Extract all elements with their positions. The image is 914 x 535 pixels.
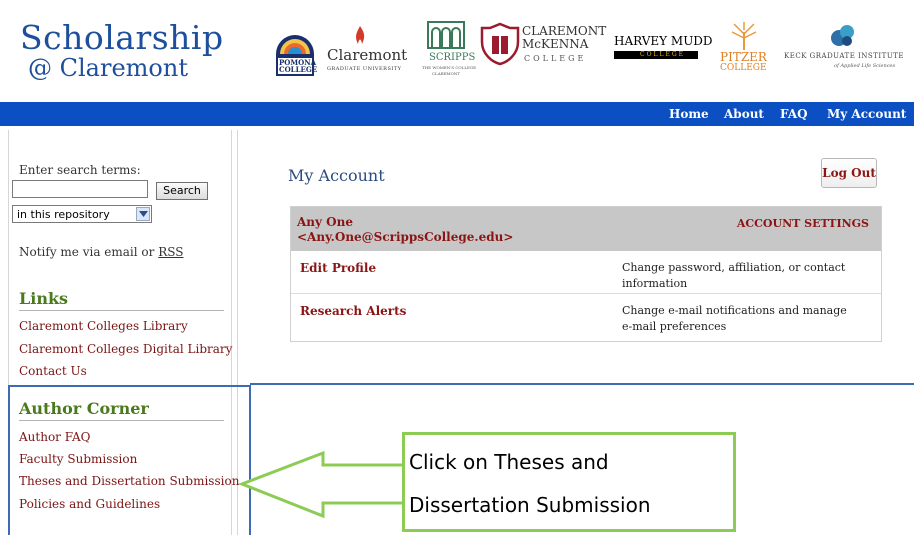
flame-icon bbox=[356, 26, 365, 44]
cgu-name: Claremont bbox=[327, 46, 408, 64]
keck-subname: of Applied Life Sciences bbox=[834, 63, 896, 69]
account-email: <Any.One@ScrippsCollege.edu> bbox=[297, 230, 514, 244]
search-input[interactable] bbox=[12, 180, 148, 198]
table-row: Research Alerts Change e-mail notificati… bbox=[291, 294, 881, 340]
pomona-name: POMONA COLLEGE bbox=[279, 58, 318, 74]
notify-label: Notify me via email or bbox=[19, 245, 159, 259]
cmc-shield-icon bbox=[480, 22, 520, 66]
search-label: Enter search terms: bbox=[19, 163, 141, 177]
nav-home[interactable]: Home bbox=[669, 107, 709, 121]
chevron-down-icon[interactable] bbox=[136, 207, 150, 221]
site-title-line2: @ Claremont bbox=[28, 54, 188, 82]
logout-button[interactable]: Log Out bbox=[821, 158, 877, 188]
callout-text-line2: Dissertation Submission bbox=[409, 493, 651, 517]
account-header: Any One <Any.One@ScrippsCollege.edu> ACC… bbox=[291, 207, 881, 251]
harvey-mudd-logo[interactable]: HARVEY MUDD COLLEGE bbox=[614, 34, 713, 66]
search-button[interactable]: Search bbox=[156, 182, 208, 200]
scripps-logo[interactable]: SCRIPPS THE WOMEN'S COLLEGE CLAREMONT bbox=[416, 18, 476, 80]
sidebar-link-library[interactable]: Claremont Colleges Library bbox=[19, 319, 188, 333]
claremont-mckenna-logo[interactable]: CLAREMONT McKENNA COLLEGE bbox=[480, 22, 608, 70]
edit-profile-link[interactable]: Edit Profile bbox=[300, 261, 376, 275]
scripps-subname2: CLAREMONT bbox=[432, 71, 461, 76]
annotation-outline bbox=[250, 383, 914, 385]
research-alerts-description: Change e-mail notifications and manage e… bbox=[622, 304, 847, 333]
account-name: Any One bbox=[297, 215, 353, 229]
table-row: Edit Profile Change password, affiliatio… bbox=[291, 251, 881, 293]
site-logo-link[interactable]: Scholarship @ Claremont bbox=[20, 18, 260, 82]
cmc-name-2: McKENNA bbox=[522, 37, 589, 51]
search-scope-value: in this repository bbox=[17, 208, 110, 221]
callout-box bbox=[402, 432, 736, 532]
main-nav: Home About FAQ My Account bbox=[0, 102, 914, 126]
notify-text: Notify me via email or RSS bbox=[19, 245, 183, 259]
rss-link[interactable]: RSS bbox=[158, 245, 183, 259]
page-title: My Account bbox=[288, 166, 385, 185]
nav-my-account[interactable]: My Account bbox=[827, 107, 906, 121]
links-divider bbox=[19, 310, 224, 311]
links-heading: Links bbox=[19, 289, 69, 308]
callout-text-line1: Click on Theses and bbox=[409, 450, 609, 474]
sidebar-link-digital-library[interactable]: Claremont Colleges Digital Library bbox=[19, 342, 232, 356]
scripps-arches-icon bbox=[427, 21, 465, 49]
cmc-name-1: CLAREMONT bbox=[522, 24, 607, 38]
keck-name: KECK GRADUATE INSTITUTE bbox=[784, 52, 905, 60]
pomona-college-logo[interactable]: POMONA COLLEGE bbox=[272, 24, 318, 80]
scripps-name: SCRIPPS bbox=[429, 52, 476, 63]
nav-faq[interactable]: FAQ bbox=[780, 107, 808, 121]
pitzer-tree-icon bbox=[731, 22, 757, 50]
cgu-subname: GRADUATE UNIVERSITY bbox=[327, 66, 402, 72]
research-alerts-link[interactable]: Research Alerts bbox=[300, 304, 406, 318]
scripps-subname: THE WOMEN'S COLLEGE bbox=[422, 65, 477, 70]
site-header: Scholarship @ Claremont POMONA COLLEGE C… bbox=[0, 0, 914, 103]
sidebar-link-contact[interactable]: Contact Us bbox=[19, 364, 87, 378]
hmc-name: HARVEY MUDD bbox=[614, 34, 713, 48]
keck-molecule-icon bbox=[831, 25, 854, 46]
cmc-name-3: COLLEGE bbox=[524, 54, 587, 63]
nav-about[interactable]: About bbox=[724, 107, 764, 121]
account-table: Any One <Any.One@ScrippsCollege.edu> ACC… bbox=[290, 206, 882, 342]
author-corner-highlight bbox=[8, 385, 251, 535]
search-scope-select[interactable]: in this repository bbox=[12, 205, 152, 223]
pitzer-logo[interactable]: PITZER COLLEGE bbox=[718, 20, 770, 80]
keck-logo[interactable]: KECK GRADUATE INSTITUTE of Applied Life … bbox=[780, 24, 914, 74]
hmc-subname: COLLEGE bbox=[640, 51, 686, 58]
pitzer-subname: COLLEGE bbox=[720, 63, 767, 73]
pitzer-name: PITZER bbox=[720, 50, 767, 64]
account-settings-label: ACCOUNT SETTINGS bbox=[736, 217, 869, 230]
site-title-line1: Scholarship bbox=[20, 18, 224, 57]
cgu-logo[interactable]: Claremont GRADUATE UNIVERSITY bbox=[326, 24, 407, 78]
page: Scholarship @ Claremont POMONA COLLEGE C… bbox=[0, 0, 914, 535]
edit-profile-description: Change password, affiliation, or contact… bbox=[622, 261, 846, 290]
